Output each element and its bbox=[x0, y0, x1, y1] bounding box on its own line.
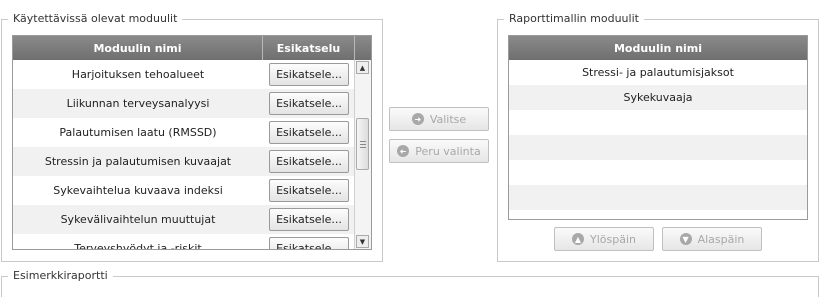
column-header-spacer bbox=[355, 36, 371, 60]
arrow-up-icon: ▲ bbox=[572, 233, 584, 245]
module-name: Liikunnan terveysanalyysi bbox=[66, 97, 210, 110]
move-up-label: Ylöspäin bbox=[590, 232, 636, 246]
report-modules-title: Raporttimallin moduulit bbox=[504, 12, 644, 25]
select-button-label: Valitse bbox=[429, 112, 467, 126]
module-name: Harjoituksen tehoalueet bbox=[71, 68, 205, 81]
table-header: Moduulin nimi bbox=[509, 36, 807, 60]
table-row[interactable] bbox=[509, 135, 807, 160]
preview-button[interactable]: Esikatsele... bbox=[269, 92, 349, 115]
table-row[interactable] bbox=[509, 110, 807, 135]
unselect-button-label: Peru valinta bbox=[415, 144, 481, 158]
column-header-name[interactable]: Moduulin nimi bbox=[13, 36, 263, 60]
select-button[interactable]: ➜ Valitse bbox=[389, 107, 489, 131]
arrow-right-icon: ➜ bbox=[411, 113, 424, 125]
report-modules-list: Stressi- ja palautumisjaksot Sykekuvaaja bbox=[509, 60, 807, 210]
scrollbar-thumb[interactable] bbox=[356, 118, 369, 170]
arrow-left-icon: ➜ bbox=[397, 145, 410, 157]
module-name: Sykevälivaihtelun muuttujat bbox=[60, 213, 216, 226]
available-modules-group: Käytettävissä olevat moduulit Moduulin n… bbox=[1, 12, 383, 262]
unselect-button[interactable]: ➜ Peru valinta bbox=[389, 139, 489, 163]
preview-cell: Esikatsele... bbox=[263, 179, 355, 202]
module-name: Palautumisen laatu (RMSSD) bbox=[59, 126, 217, 139]
column-header-preview[interactable]: Esikatselu bbox=[263, 36, 355, 60]
move-down-button[interactable]: ▼ Alaspäin bbox=[662, 227, 762, 251]
module-name: Stressin ja palautumisen kuvaajat bbox=[44, 155, 232, 168]
module-name: Sykevaihtelua kuvaava indeksi bbox=[53, 184, 223, 197]
preview-cell: Esikatsele... bbox=[263, 121, 355, 144]
table-row[interactable]: Harjoituksen tehoalueet Esikatsele... bbox=[13, 60, 371, 89]
table-row[interactable]: Stressin ja palautumisen kuvaajat Esikats… bbox=[13, 147, 371, 176]
preview-button[interactable]: Esikatsele... bbox=[269, 150, 349, 173]
arrow-down-icon: ▼ bbox=[679, 233, 692, 245]
vertical-scrollbar[interactable]: ▲ ▼ bbox=[354, 60, 371, 249]
preview-cell: Esikatsele... bbox=[263, 63, 355, 86]
available-modules-table: Moduulin nimi Esikatselu Harjoituksen te… bbox=[12, 35, 372, 250]
example-report-title: Esimerkkiraportti bbox=[8, 269, 113, 282]
table-row[interactable] bbox=[509, 160, 807, 185]
table-row[interactable] bbox=[509, 185, 807, 210]
table-row[interactable]: Sykevälivaihtelun muuttujat Esikatsele... bbox=[13, 205, 371, 234]
column-header-name[interactable]: Moduulin nimi bbox=[509, 36, 807, 60]
table-header: Moduulin nimi Esikatselu bbox=[13, 36, 371, 60]
scroll-up-arrow-icon[interactable]: ▲ bbox=[356, 61, 369, 74]
available-modules-title: Käytettävissä olevat moduulit bbox=[8, 12, 183, 25]
table-row[interactable]: Sykekuvaaja bbox=[509, 85, 807, 110]
example-report-group: Esimerkkiraportti bbox=[1, 269, 819, 297]
report-modules-table: Moduulin nimi Stressi- ja palautumisjaks… bbox=[508, 35, 808, 220]
preview-cell: Esikatsele... bbox=[263, 92, 355, 115]
table-row[interactable]: Liikunnan terveysanalyysi Esikatsele... bbox=[13, 89, 371, 118]
table-row[interactable]: Sykevaihtelua kuvaava indeksi Esikatsele.… bbox=[13, 176, 371, 205]
table-row[interactable]: Palautumisen laatu (RMSSD) Esikatsele... bbox=[13, 118, 371, 147]
table-row[interactable]: Stressi- ja palautumisjaksot bbox=[509, 60, 807, 85]
preview-cell: Esikatsele... bbox=[263, 237, 355, 249]
preview-button[interactable]: Esikatsele... bbox=[269, 237, 349, 249]
scroll-down-arrow-icon[interactable]: ▼ bbox=[356, 235, 369, 248]
table-row[interactable]: Terveyshyödyt ja -riskit Esikatsele... bbox=[13, 234, 371, 250]
preview-button[interactable]: Esikatsele... bbox=[269, 63, 349, 86]
preview-button[interactable]: Esikatsele... bbox=[269, 121, 349, 144]
preview-button[interactable]: Esikatsele... bbox=[269, 179, 349, 202]
available-modules-list: Harjoituksen tehoalueet Esikatsele... Liik… bbox=[13, 60, 371, 250]
report-modules-group: Raporttimallin moduulit Moduulin nimi St… bbox=[497, 12, 819, 262]
move-up-button[interactable]: ▲ Ylöspäin bbox=[554, 227, 654, 251]
move-down-label: Alaspäin bbox=[697, 232, 745, 246]
preview-cell: Esikatsele... bbox=[263, 150, 355, 173]
preview-cell: Esikatsele... bbox=[263, 208, 355, 231]
module-name: Terveyshyödyt ja -riskit bbox=[74, 242, 202, 250]
preview-button[interactable]: Esikatsele... bbox=[269, 208, 349, 231]
